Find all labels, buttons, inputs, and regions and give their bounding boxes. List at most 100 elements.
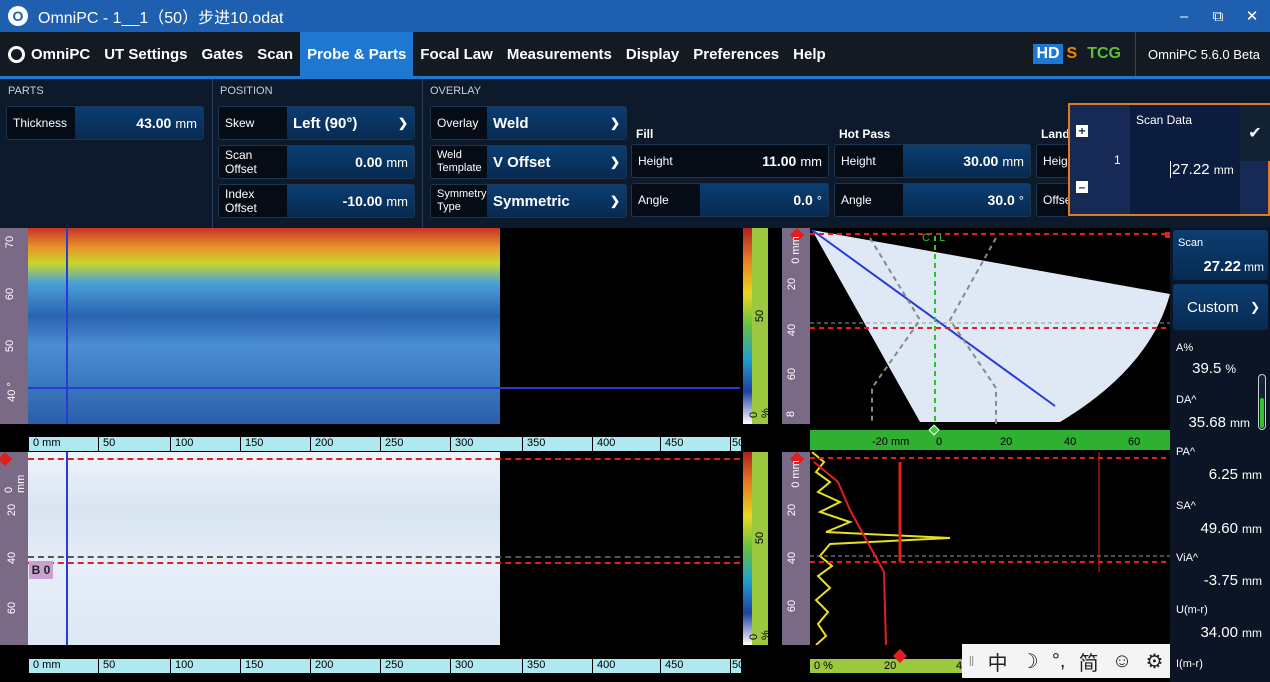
b-scan-view[interactable] [28, 452, 500, 645]
ruler-label: 350 [522, 659, 592, 673]
s-badge[interactable]: S [1067, 45, 1078, 63]
menu-gates[interactable]: Gates [195, 32, 251, 76]
minimize-icon[interactable]: – [1167, 0, 1201, 32]
ime-grip-icon[interactable]: ‖ [969, 653, 975, 669]
scan-data-title: Scan Data [1136, 113, 1193, 127]
gate-label[interactable]: B 0 [29, 561, 53, 579]
ruler-label: 0 mm [789, 236, 802, 264]
ruler-label: 150 [240, 659, 310, 673]
color-palette-bar[interactable] [743, 452, 752, 645]
scan-data-popup[interactable]: + – 1 Scan Data 27.22 mm ✔ [1068, 103, 1270, 216]
weld-template-value: V Offset [493, 153, 551, 171]
menu-measurements[interactable]: Measurements [500, 32, 619, 76]
ruler-label: 50 [730, 659, 745, 673]
chevron-down-icon: ❯ [609, 155, 620, 169]
parts-section-label: PARTS [8, 85, 44, 97]
ruler-label: 300 [450, 659, 522, 673]
scan-position-field[interactable]: Scan 27.22 mm [1173, 230, 1268, 280]
a-scan-ruler: 0 % 20 4 [810, 648, 962, 673]
close-icon[interactable]: ✕ [1235, 0, 1269, 32]
scan-cursor-vertical[interactable] [66, 452, 68, 645]
weld-template-dropdown[interactable]: Weld Template V Offset ❯ [430, 145, 627, 179]
color-palette-bar[interactable] [743, 228, 752, 424]
menu-preferences[interactable]: Preferences [686, 32, 786, 76]
gate-marker-icon[interactable] [0, 451, 13, 467]
scan-offset-value: 0.00 [355, 154, 383, 170]
scan-label: Scan [1178, 237, 1204, 249]
check-icon[interactable]: ✔ [1240, 105, 1270, 161]
scan-offset-label: Scan Offset [225, 148, 257, 176]
c-scan-view[interactable] [28, 228, 500, 424]
scan-cursor-vertical[interactable] [66, 228, 68, 424]
hot-pass-angle-value: 30.0 [987, 192, 1015, 208]
hot-pass-angle-label: Angle [841, 193, 872, 207]
readings-scrollbar[interactable] [1258, 374, 1266, 430]
ruler-label: 50 [754, 531, 767, 545]
ruler-label: 0 mm [28, 659, 98, 673]
symmetry-type-dropdown[interactable]: Symmetry Type Symmetric ❯ [430, 184, 627, 218]
menu-scan[interactable]: Scan [250, 32, 300, 76]
bottom-mid-depth-ruler: 0 mm 20 40 60 [782, 451, 810, 645]
skew-dropdown[interactable]: Skew Left (90°) ❯ [218, 106, 415, 140]
plus-icon[interactable]: + [1076, 124, 1088, 138]
scrollbar-thumb[interactable] [1260, 398, 1264, 428]
fill-height-field[interactable]: Height 11.00 mm [631, 144, 829, 178]
ruler-label: 20 [6, 503, 19, 517]
fill-angle-field[interactable]: Angle 0.0 ° [631, 183, 829, 217]
gate-line-top[interactable] [28, 458, 740, 460]
menu-display[interactable]: Display [619, 32, 686, 76]
ime-half-width-icon[interactable]: ☽ [1021, 649, 1039, 674]
fill-angle-value: 0.0 [793, 192, 813, 208]
ruler-label: 0 % [814, 660, 833, 672]
scan-data-input[interactable]: 27.22 mm [1170, 161, 1234, 178]
menu-ut-settings[interactable]: UT Settings [97, 32, 194, 76]
amplitude-ruler: 50 0 % [748, 228, 772, 424]
ime-settings-icon[interactable]: ⚙ [1145, 649, 1163, 674]
scan-offset-field[interactable]: Scan Offset 0.00 mm [218, 145, 415, 179]
ruler-label: 8 [785, 410, 798, 418]
menu-focal-law[interactable]: Focal Law [413, 32, 500, 76]
hd-badge[interactable]: HD [1033, 44, 1063, 64]
ruler-label: 400 [592, 437, 660, 451]
menu-brand[interactable]: OmniPC [0, 32, 97, 76]
ime-punctuation-icon[interactable]: °, [1052, 650, 1066, 673]
ime-emoji-icon[interactable]: ☺ [1112, 650, 1132, 673]
top-mid-depth-ruler: 0 mm 20 40 60 8 [782, 227, 810, 424]
hot-pass-title: Hot Pass [839, 127, 891, 141]
restore-icon[interactable]: ⧉ [1201, 0, 1235, 32]
menu-probe-parts[interactable]: Probe & Parts [300, 32, 414, 76]
thickness-field[interactable]: Thickness 43.00 mm [6, 106, 204, 140]
skew-value: Left (90°) [293, 114, 358, 132]
top-left-vertical-ruler: 70 60 50 40 ° [0, 228, 28, 424]
ruler-label: 20 [786, 277, 799, 291]
land-height-field[interactable]: Heig [1036, 144, 1070, 178]
hot-pass-angle-field[interactable]: Angle 30.0 ° [834, 183, 1031, 217]
sector-scan-view[interactable]: C L [810, 228, 1170, 424]
ime-simplified-mode[interactable]: 简 [1079, 647, 1099, 676]
index-cursor-horizontal[interactable] [28, 387, 740, 389]
hot-pass-height-unit: mm [1002, 153, 1024, 169]
ruler-label: 60 [786, 599, 799, 613]
ruler-label: 40 [786, 551, 799, 565]
gate-line-bottom[interactable] [28, 562, 740, 564]
overlay-dropdown[interactable]: Overlay Weld ❯ [430, 106, 627, 140]
divider [422, 79, 423, 228]
ruler-label: 100 [170, 437, 240, 451]
hot-pass-height-field[interactable]: Height 30.00 mm [834, 144, 1031, 178]
index-offset-field[interactable]: Index Offset -10.00 mm [218, 184, 415, 218]
reading-value: -3.75 mm [1203, 572, 1262, 589]
tcg-badge[interactable]: TCG [1087, 45, 1121, 63]
ime-chinese-mode[interactable]: 中 [988, 647, 1008, 676]
omnipc-brand-icon [8, 45, 25, 63]
layout-dropdown[interactable]: Custom ❯ [1173, 284, 1268, 330]
fill-height-label: Height [638, 154, 673, 168]
menu-help[interactable]: Help [786, 32, 833, 76]
ruler-label: 0 mm [3, 474, 27, 493]
a-scan-view[interactable] [810, 452, 1170, 645]
minus-icon[interactable]: – [1076, 180, 1088, 194]
bottom-left-horizontal-ruler: 0 mm 50 100 150 200 250 300 350 400 450 … [28, 659, 745, 673]
land-offset-field[interactable]: Offse [1036, 183, 1070, 217]
hot-pass-height-value: 30.00 [963, 153, 999, 169]
ruler-label: 450 [660, 437, 730, 451]
scan-data-editor[interactable]: Scan Data 27.22 mm [1130, 105, 1240, 214]
